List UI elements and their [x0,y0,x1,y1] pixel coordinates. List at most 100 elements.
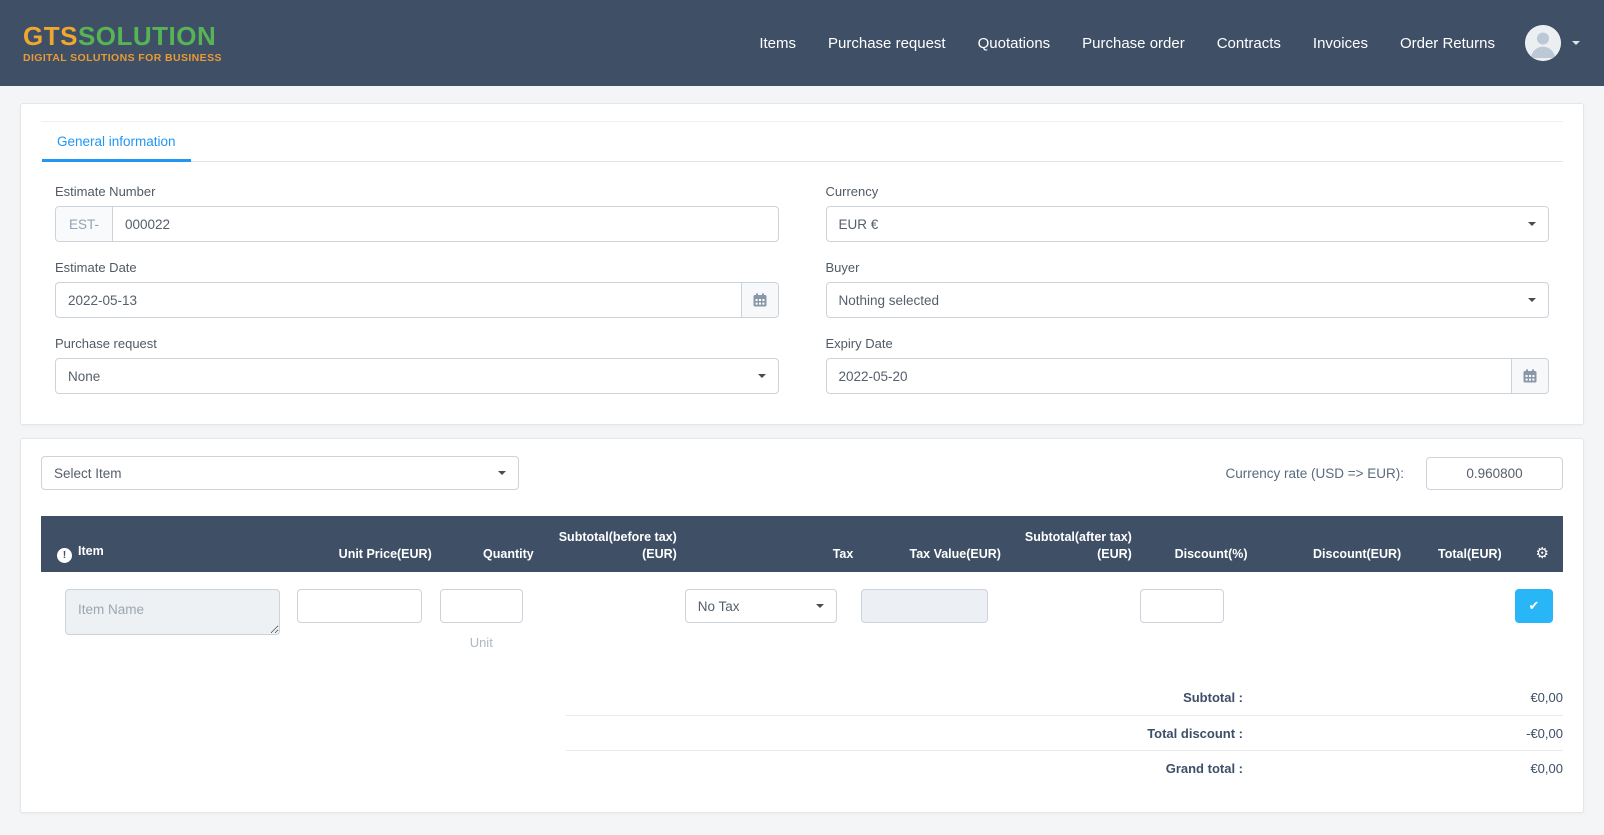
nav-item-order-returns[interactable]: Order Returns [1384,35,1511,52]
currency-rate-label: Currency rate (USD => EUR): [1225,465,1404,481]
totals-row-subtotal: Subtotal : €0,00 [566,680,1563,715]
table-settings-button[interactable]: ⚙ [1509,516,1563,572]
caret-down-icon [815,604,824,608]
tax-selected-value: No Tax [697,598,740,614]
buyer-selected-value: Nothing selected [838,292,940,308]
total-discount-value: -€0,00 [1526,725,1563,741]
nav-item-purchase-request[interactable]: Purchase request [812,35,962,52]
logo-gts: GTS [23,20,78,51]
cell-quantity: Unit [439,572,542,650]
general-form: Estimate Number EST- Currency EUR € Esti… [55,184,1549,394]
info-icon: ! [57,548,72,563]
gear-icon: ⚙ [1535,545,1549,562]
col-subtotal-before-tax: Subtotal(before tax) (EUR) [541,516,685,572]
quantity-input[interactable] [439,589,523,623]
field-purchase-request: Purchase request None [55,336,779,394]
col-unit-price: Unit Price(EUR) [296,516,440,572]
caret-down-icon [498,471,506,475]
nav-item-invoices[interactable]: Invoices [1297,35,1384,52]
avatar [1525,25,1561,61]
cell-discount-eur [1255,572,1410,650]
item-name-textarea[interactable] [65,589,280,635]
subtotal-value: €0,00 [1530,690,1563,705]
totals-row-discount: Total discount : -€0,00 [566,715,1563,750]
new-item-row: Unit No Tax [41,572,1563,650]
currency-selected-value: EUR € [838,216,879,232]
cell-total [1409,572,1510,650]
cell-subtotal-after-tax [1008,572,1140,650]
cell-action: ✔ [1509,572,1563,650]
estimate-number-input[interactable] [113,207,778,241]
col-quantity: Quantity [439,516,542,572]
tax-select[interactable]: No Tax [684,589,837,623]
cell-item [41,572,297,650]
expiry-date-group [825,358,1549,394]
caret-down-icon [1528,222,1536,226]
calendar-icon [753,293,766,307]
tax-value-input [861,589,989,623]
page-content: General information Estimate Number EST-… [0,86,1604,813]
discount-percent-input[interactable] [1139,589,1224,623]
estimate-number-label: Estimate Number [55,184,156,199]
items-table-header-row: ! Item Unit Price(EUR) Quantity Subtotal(… [41,516,1563,572]
nav-links: Items Purchase request Quotations Purcha… [743,35,1511,52]
currency-label: Currency [825,184,879,199]
purchase-request-selected-value: None [68,368,101,384]
user-menu[interactable] [1525,25,1580,61]
totals-row-grand-total: Grand total : €0,00 [566,750,1563,785]
col-total: Total(EUR) [1409,516,1510,572]
grand-total-value: €0,00 [1530,760,1563,776]
expiry-date-input[interactable] [826,359,1511,393]
tab-bar: General information [41,122,1563,162]
grand-total-label: Grand total : [1165,760,1243,776]
select-item-dropdown[interactable]: Select Item [41,456,519,490]
nav-item-items[interactable]: Items [743,35,812,52]
subtotal-label: Subtotal : [1183,690,1243,705]
field-expiry-date: Expiry Date [825,336,1549,394]
estimate-date-group [55,282,779,318]
currency-rate-input[interactable] [1426,456,1563,490]
col-discount-eur: Discount(EUR) [1255,516,1410,572]
check-icon: ✔ [1528,598,1540,613]
top-navbar: GTSSOLUTION DIGITAL SOLUTIONS FOR BUSINE… [0,0,1604,86]
buyer-select[interactable]: Nothing selected [825,282,1549,318]
caret-down-icon [1572,41,1580,45]
estimate-date-label: Estimate Date [55,260,137,275]
col-tax-value: Tax Value(EUR) [861,516,1009,572]
estimate-number-prefix: EST- [56,207,114,241]
cell-tax: No Tax [684,572,862,650]
currency-select[interactable]: EUR € [825,206,1549,242]
caret-down-icon [757,374,766,378]
total-discount-label: Total discount : [1147,725,1243,741]
estimate-date-input[interactable] [56,283,741,317]
items-card: Select Item Currency rate (USD => EUR): … [20,438,1584,813]
nav-item-quotations[interactable]: Quotations [962,35,1067,52]
purchase-request-label: Purchase request [55,336,157,351]
expiry-date-label: Expiry Date [825,336,893,351]
col-item: ! Item [41,516,297,572]
logo[interactable]: GTSSOLUTION DIGITAL SOLUTIONS FOR BUSINE… [23,23,222,64]
cell-subtotal-before-tax [541,572,685,650]
unit-caption: Unit [469,635,493,650]
nav-item-contracts[interactable]: Contracts [1201,35,1297,52]
estimate-number-group: EST- [55,206,779,242]
confirm-item-button[interactable]: ✔ [1515,589,1553,623]
field-estimate-number: Estimate Number EST- [55,184,779,242]
items-table: ! Item Unit Price(EUR) Quantity Subtotal(… [41,516,1563,650]
calendar-icon [1523,369,1537,383]
buyer-label: Buyer [825,260,860,275]
logo-tagline: DIGITAL SOLUTIONS FOR BUSINESS [23,51,222,64]
col-tax: Tax [684,516,862,572]
estimate-date-calendar-button[interactable] [740,283,778,317]
nav-item-purchase-order[interactable]: Purchase order [1066,35,1201,52]
unit-price-input[interactable] [296,589,422,623]
logo-title: GTSSOLUTION [23,23,222,49]
field-buyer: Buyer Nothing selected [825,260,1549,318]
expiry-date-calendar-button[interactable] [1511,359,1548,393]
purchase-request-select[interactable]: None [55,358,779,394]
caret-down-icon [1528,298,1536,302]
col-discount-percent: Discount(%) [1139,516,1256,572]
field-estimate-date: Estimate Date [55,260,779,318]
logo-solution: SOLUTION [77,20,217,51]
tab-general-information[interactable]: General information [42,122,191,162]
